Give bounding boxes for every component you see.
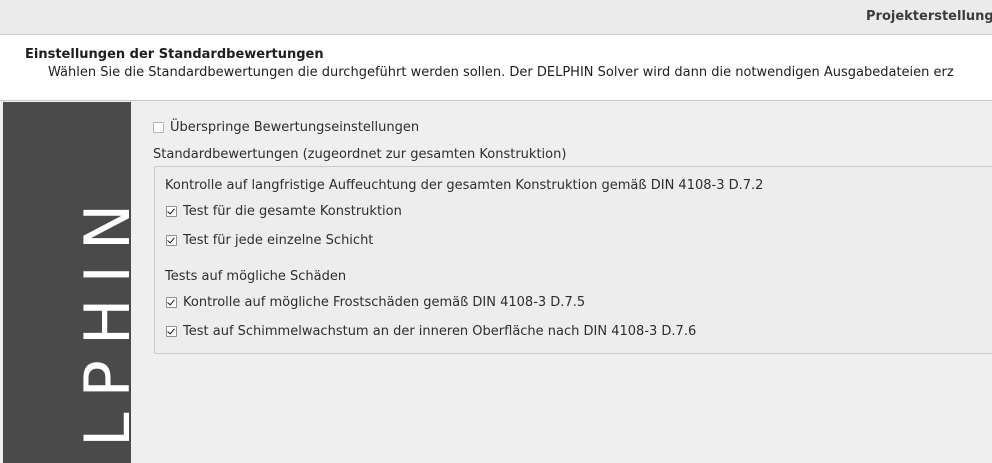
- test-whole-construction-checkbox[interactable]: [166, 206, 177, 217]
- standard-evaluations-group-title: Standardbewertungen (zugeordnet zur gesa…: [153, 147, 567, 162]
- test-each-layer-checkbox[interactable]: [166, 235, 177, 246]
- window-titlebar[interactable]: Projekterstellungs: [0, 0, 992, 35]
- skip-evaluation-label: Überspringe Bewertungseinstellungen: [170, 120, 420, 135]
- mould-growth-checkbox[interactable]: [166, 326, 177, 337]
- delphin-banner-text: LPHIN: [71, 189, 131, 447]
- page-subtitle: Wählen Sie die Standardbewertungen die d…: [48, 65, 954, 80]
- moisture-section-title: Kontrolle auf langfristige Auffeuchtung …: [165, 178, 764, 193]
- test-whole-construction-row[interactable]: Test für die gesamte Konstruktion: [166, 204, 402, 219]
- frost-damage-row[interactable]: Kontrolle auf mögliche Frostschäden gemä…: [166, 295, 585, 310]
- delphin-logo-graphic: LPHIN: [71, 189, 131, 447]
- frost-damage-checkbox[interactable]: [166, 297, 177, 308]
- page-title: Einstellungen der Standardbewertungen: [25, 47, 324, 62]
- test-whole-construction-label: Test für die gesamte Konstruktion: [183, 204, 402, 219]
- frost-damage-label: Kontrolle auf mögliche Frostschäden gemä…: [183, 295, 586, 310]
- skip-evaluation-checkbox-row[interactable]: Überspringe Bewertungseinstellungen: [153, 120, 419, 135]
- skip-evaluation-checkbox[interactable]: [153, 122, 164, 133]
- test-each-layer-row[interactable]: Test für jede einzelne Schicht: [166, 233, 373, 248]
- test-each-layer-label: Test für jede einzelne Schicht: [183, 233, 374, 248]
- mould-growth-row[interactable]: Test auf Schimmelwachstum an der inneren…: [166, 324, 696, 339]
- mould-growth-label: Test auf Schimmelwachstum an der inneren…: [183, 324, 697, 339]
- delphin-side-banner: LPHIN: [3, 102, 131, 463]
- wizard-content: Überspringe Bewertungseinstellungen Stan…: [131, 102, 992, 463]
- window-title: Projekterstellungs: [866, 9, 992, 24]
- damage-tests-section-title: Tests auf mögliche Schäden: [165, 269, 347, 284]
- wizard-header: Einstellungen der Standardbewertungen Wä…: [0, 35, 992, 101]
